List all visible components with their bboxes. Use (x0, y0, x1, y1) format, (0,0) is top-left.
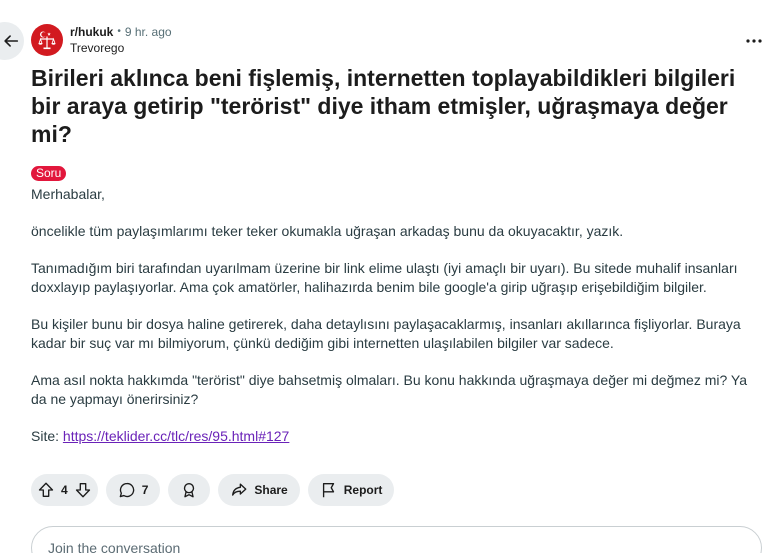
back-button[interactable] (0, 22, 24, 60)
arrow-left-icon (4, 35, 19, 47)
comments-button[interactable]: 7 (105, 474, 161, 506)
body-paragraph: Ama asıl nokta hakkımda "terörist" diye … (31, 372, 747, 407)
subreddit-name[interactable]: r/hukuk (70, 24, 113, 40)
post-header: r/hukuk • 9 hr. ago Trevorego (31, 24, 172, 56)
downvote-icon[interactable] (74, 481, 92, 499)
award-icon (184, 483, 195, 498)
subreddit-avatar[interactable] (31, 24, 63, 56)
comment-count: 7 (141, 483, 149, 497)
scales-of-justice-icon (38, 31, 56, 50)
comment-input[interactable]: Join the conversation (31, 526, 762, 553)
upvote-icon[interactable] (37, 481, 55, 499)
meta-separator: • (117, 26, 121, 37)
share-icon (232, 483, 247, 496)
body-paragraph: Tanımadığım biri tarafından uyarılmam üz… (31, 260, 738, 295)
site-line: Site: https://teklider.cc/tlc/res/95.htm… (31, 427, 766, 446)
comment-icon (119, 482, 134, 498)
post-author[interactable]: Trevorego (70, 40, 172, 56)
share-button[interactable]: Share (218, 474, 300, 506)
report-button[interactable]: Report (307, 474, 395, 506)
award-button[interactable] (168, 474, 211, 506)
post-actions: 4 7 Share Report (31, 474, 395, 506)
body-paragraph: öncelikle tüm paylaşımlarımı teker teker… (31, 223, 624, 239)
more-options-button[interactable] (746, 33, 762, 44)
post-title: Birileri aklınca beni fişlemiş, internet… (31, 65, 736, 147)
site-link[interactable]: https://teklider.cc/tlc/res/95.html#127 (63, 428, 289, 444)
share-label: Share (254, 483, 288, 497)
more-options-icon (746, 39, 762, 43)
post-body: Merhabalar, öncelikle tüm paylaşımlarımı… (31, 185, 766, 446)
vote-count: 4 (61, 483, 68, 497)
flag-icon (322, 483, 334, 498)
post-flair[interactable]: Soru (31, 166, 67, 181)
report-label: Report (343, 483, 383, 497)
post-time: 9 hr. ago (124, 25, 172, 39)
body-paragraph: Merhabalar, (31, 186, 105, 202)
vote-group: 4 (31, 474, 98, 506)
site-label: Site: (31, 428, 60, 444)
body-paragraph: Bu kişiler bunu bir dosya haline getirer… (31, 316, 741, 351)
